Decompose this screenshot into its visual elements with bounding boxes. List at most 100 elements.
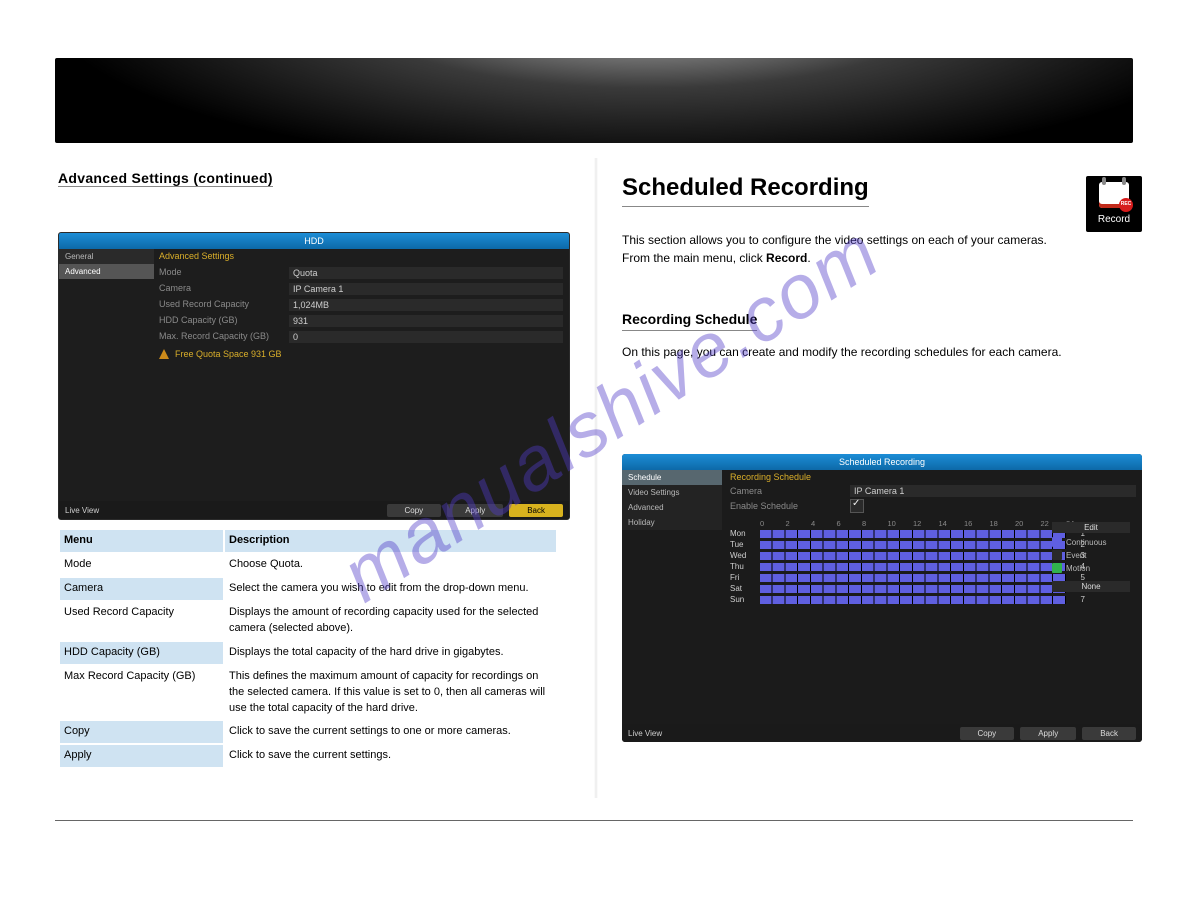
day-label: Tue xyxy=(730,540,760,549)
day-label: Thu xyxy=(730,562,760,571)
table-head-menu: Menu xyxy=(60,530,223,552)
schedule-bar[interactable] xyxy=(760,552,1066,560)
hour-tick: 12 xyxy=(913,519,939,528)
table-row: Click to save the current settings to on… xyxy=(225,721,556,743)
page-divider xyxy=(55,820,1133,821)
sched-back-button[interactable]: Back xyxy=(1082,727,1136,740)
hour-tick: 6 xyxy=(837,519,863,528)
record-icon-label: Record xyxy=(1098,212,1130,227)
day-label: Mon xyxy=(730,529,760,538)
legend-none-button[interactable]: None xyxy=(1052,581,1130,592)
table-row: Max Record Capacity (GB) xyxy=(60,666,223,720)
hour-tick: 20 xyxy=(1015,519,1041,528)
hour-tick: 2 xyxy=(786,519,812,528)
right-heading: Scheduled Recording xyxy=(622,170,869,207)
page-gutter xyxy=(594,158,598,798)
sched-window-title: Scheduled Recording xyxy=(622,454,1142,470)
table-row: HDD Capacity (GB) xyxy=(60,642,223,664)
table-row: Used Record Capacity xyxy=(60,602,223,640)
sched-camera-label: Camera xyxy=(730,486,850,496)
hour-tick: 8 xyxy=(862,519,888,528)
hdd-label-hddcap: HDD Capacity (GB) xyxy=(159,315,289,327)
table-row: Click to save the current settings. xyxy=(225,745,556,767)
schedule-bar[interactable] xyxy=(760,541,1066,549)
warning-icon xyxy=(159,349,169,359)
hdd-nav-advanced[interactable]: Advanced xyxy=(59,264,154,279)
schedule-bar[interactable] xyxy=(760,585,1066,593)
day-label: Fri xyxy=(730,573,760,582)
day-label: Sat xyxy=(730,584,760,593)
sched-nav-schedule[interactable]: Schedule xyxy=(622,470,722,485)
legend-edit-button[interactable]: Edit xyxy=(1052,522,1130,533)
hdd-label-used: Used Record Capacity xyxy=(159,299,289,311)
hdd-value-camera[interactable]: IP Camera 1 xyxy=(289,283,563,295)
table-row: Mode xyxy=(60,554,223,576)
schedule-bar[interactable] xyxy=(760,596,1066,604)
table-row: Select the camera you wish to edit from … xyxy=(225,578,556,600)
left-section-title: Advanced Settings (continued) xyxy=(58,170,273,187)
sched-copy-button[interactable]: Copy xyxy=(960,727,1015,740)
legend-swatch-continuous[interactable] xyxy=(1052,537,1062,547)
hour-tick: 0 xyxy=(760,519,786,528)
legend-swatch-motion[interactable] xyxy=(1052,563,1062,573)
legend-label: Continuous xyxy=(1066,538,1106,547)
hour-tick: 16 xyxy=(964,519,990,528)
right-intro-text: This section allows you to configure the… xyxy=(622,233,1047,265)
hdd-value-maxrec[interactable]: 0 xyxy=(289,331,563,343)
hdd-label-maxrec: Max. Record Capacity (GB) xyxy=(159,331,289,343)
hdd-window-title: HDD xyxy=(59,233,569,249)
right-intro: This section allows you to configure the… xyxy=(622,231,1142,267)
day-label: Sun xyxy=(730,595,760,604)
table-head-desc: Description xyxy=(225,530,556,552)
schedule-screenshot: Scheduled Recording Schedule Video Setti… xyxy=(622,454,1142,742)
hdd-menu-table: MenuDescription ModeChoose Quota. Camera… xyxy=(58,528,558,769)
schedule-bar[interactable] xyxy=(760,530,1066,538)
table-row: Displays the amount of recording capacit… xyxy=(225,602,556,640)
hdd-value-hddcap: 931 xyxy=(289,315,563,327)
hdd-back-button[interactable]: Back xyxy=(509,504,563,517)
sched-camera-value[interactable]: IP Camera 1 xyxy=(850,485,1136,497)
hdd-value-mode[interactable]: Quota xyxy=(289,267,563,279)
legend-label: Motion xyxy=(1066,564,1090,573)
hdd-pane: Advanced Settings ModeQuota CameraIP Cam… xyxy=(159,251,563,359)
hdd-warn-text: Free Quota Space 931 GB xyxy=(175,349,282,359)
sched-enable-label: Enable Schedule xyxy=(730,501,850,511)
hour-tick: 4 xyxy=(811,519,837,528)
sched-day-row[interactable]: Sun7 xyxy=(730,594,1136,605)
hour-tick: 14 xyxy=(939,519,965,528)
hdd-copy-button[interactable]: Copy xyxy=(387,504,442,517)
hdd-nav-general[interactable]: General xyxy=(59,249,154,264)
right-subtext: On this page, you can create and modify … xyxy=(622,343,1142,361)
sched-pane-heading: Recording Schedule xyxy=(730,472,1136,482)
sched-nav-holiday[interactable]: Holiday xyxy=(622,515,722,530)
day-label: Wed xyxy=(730,551,760,560)
hdd-label-camera: Camera xyxy=(159,283,289,295)
hdd-label-mode: Mode xyxy=(159,267,289,279)
hdd-screenshot: HDD General Advanced Advanced Settings M… xyxy=(58,232,570,520)
table-row: Choose Quota. xyxy=(225,554,556,576)
page-banner xyxy=(55,58,1133,143)
right-intro-bold: Record xyxy=(766,251,807,265)
sched-liveview[interactable]: Live View xyxy=(628,729,662,738)
sched-apply-button[interactable]: Apply xyxy=(1020,727,1076,740)
right-subheading: Recording Schedule xyxy=(622,309,757,331)
table-row: Displays the total capacity of the hard … xyxy=(225,642,556,664)
record-icon[interactable]: REC Record xyxy=(1086,176,1142,232)
legend: Edit Continuous Event Motion None xyxy=(1052,522,1130,592)
hdd-apply-button[interactable]: Apply xyxy=(447,504,503,517)
table-row: Copy xyxy=(60,721,223,743)
hdd-liveview[interactable]: Live View xyxy=(65,506,99,515)
hour-tick: 10 xyxy=(888,519,914,528)
sched-nav-advanced[interactable]: Advanced xyxy=(622,500,722,515)
sched-enable-checkbox[interactable] xyxy=(850,499,864,513)
sched-nav-video[interactable]: Video Settings xyxy=(622,485,722,500)
sched-nav: Schedule Video Settings Advanced Holiday xyxy=(622,470,722,530)
table-row: Apply xyxy=(60,745,223,767)
schedule-bar[interactable] xyxy=(760,563,1066,571)
legend-swatch-event[interactable] xyxy=(1052,550,1062,560)
rec-badge-icon: REC xyxy=(1119,198,1133,212)
schedule-bar[interactable] xyxy=(760,574,1066,582)
table-row: Camera xyxy=(60,578,223,600)
hdd-pane-heading: Advanced Settings xyxy=(159,251,563,261)
calendar-icon: REC xyxy=(1099,182,1129,208)
